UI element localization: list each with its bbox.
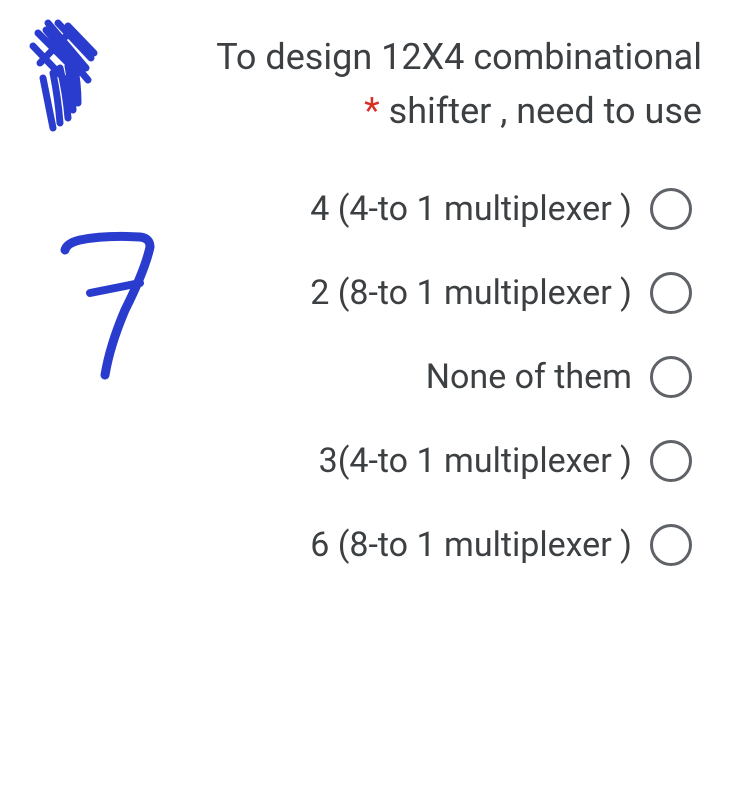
option-label: 6 (8-to 1 multiplexer ) xyxy=(310,525,632,565)
option-label: 3(4-to 1 multiplexer ) xyxy=(319,441,632,481)
option-row[interactable]: 4 (4-to 1 multiplexer ) xyxy=(30,188,692,230)
option-label: None of them xyxy=(426,357,632,397)
option-row[interactable]: None of them xyxy=(30,356,692,398)
radio-button-icon[interactable] xyxy=(650,440,692,482)
question-container: To design 12X4 combinational * shifter ,… xyxy=(0,0,732,596)
option-row[interactable]: 3(4-to 1 multiplexer ) xyxy=(30,440,692,482)
question-line-2: * shifter , need to use xyxy=(100,84,702,138)
radio-button-icon[interactable] xyxy=(650,188,692,230)
question-text: To design 12X4 combinational * shifter ,… xyxy=(30,30,702,138)
radio-button-icon[interactable] xyxy=(650,356,692,398)
option-row[interactable]: 6 (8-to 1 multiplexer ) xyxy=(30,524,692,566)
option-row[interactable]: 2 (8-to 1 multiplexer ) xyxy=(30,272,692,314)
radio-button-icon[interactable] xyxy=(650,272,692,314)
radio-button-icon[interactable] xyxy=(650,524,692,566)
options-group: 4 (4-to 1 multiplexer ) 2 (8-to 1 multip… xyxy=(30,188,702,566)
question-line-2-text: shifter , need to use xyxy=(380,90,702,132)
option-label: 2 (8-to 1 multiplexer ) xyxy=(310,273,632,313)
option-label: 4 (4-to 1 multiplexer ) xyxy=(310,189,632,229)
required-asterisk: * xyxy=(364,90,380,132)
question-line-1: To design 12X4 combinational xyxy=(100,30,702,84)
